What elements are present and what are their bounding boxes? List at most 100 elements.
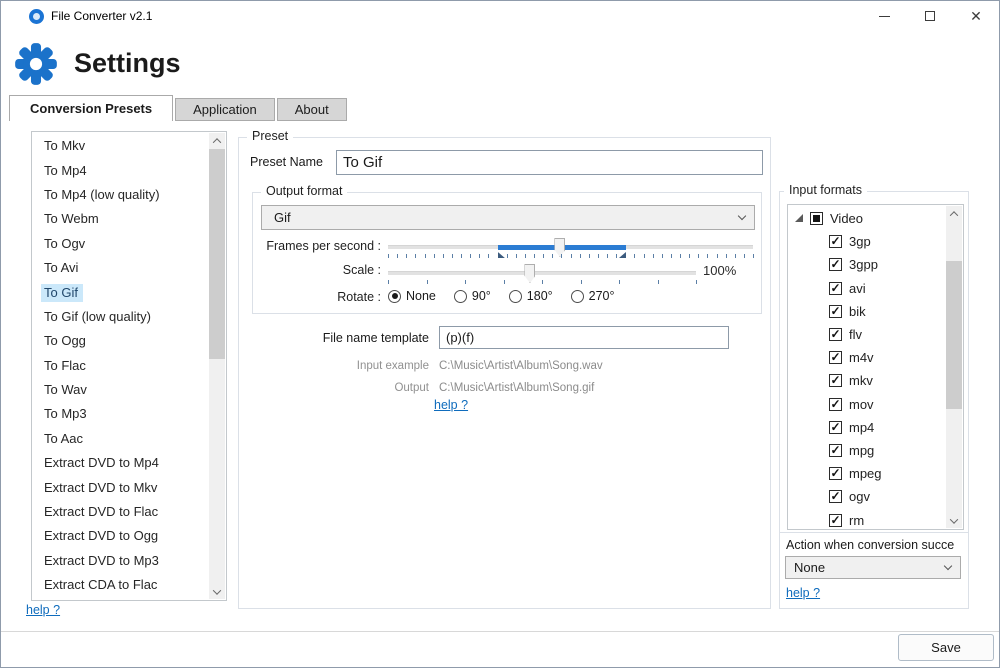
checkbox-checked-icon[interactable]: [829, 328, 842, 341]
save-button[interactable]: Save: [898, 634, 994, 661]
radio-icon[interactable]: [509, 290, 522, 303]
tab-about[interactable]: About: [277, 98, 347, 121]
scale-label: Scale :: [253, 263, 381, 277]
preset-list-scrollbar[interactable]: [209, 133, 225, 599]
conversion-action-select[interactable]: None: [785, 556, 961, 579]
checkbox-checked-icon[interactable]: [829, 374, 842, 387]
input-formats-tree[interactable]: Video3gp3gpp avi bik flv m4vmkvmovmp4mpgmpeg…: [789, 207, 946, 528]
list-item-label: To Avi: [41, 259, 83, 277]
checkbox-checked-icon[interactable]: [829, 351, 842, 364]
tree-item-video[interactable]: Video: [789, 207, 946, 230]
checkbox-checked-icon[interactable]: [829, 490, 842, 503]
checkbox-indeterminate-icon[interactable]: [810, 212, 823, 225]
rotate-option-none[interactable]: None: [388, 289, 436, 303]
rotate-option-180°[interactable]: 180°: [509, 289, 553, 303]
preset-groupbox: Preset Preset Name Output format Gif Fra…: [238, 137, 771, 609]
tree-item-m4v[interactable]: m4v: [789, 346, 946, 369]
list-item[interactable]: Extract CDA to Flac: [33, 573, 208, 597]
tree-scrollbar[interactable]: [946, 206, 962, 528]
rotate-option-270°[interactable]: 270°: [571, 289, 615, 303]
checkbox-checked-icon[interactable]: [829, 514, 842, 527]
checkbox-checked-icon[interactable]: [829, 421, 842, 434]
list-item[interactable]: To Webm: [33, 207, 208, 231]
minimize-button[interactable]: [861, 1, 907, 31]
output-example-value: C:\Music\Artist\Album\Song.gif: [439, 382, 594, 394]
file-name-template-input[interactable]: [439, 326, 729, 349]
tree-item-label: bik: [849, 304, 866, 319]
checkbox-checked-icon[interactable]: [829, 444, 842, 457]
scroll-up-icon[interactable]: [946, 206, 962, 221]
list-item[interactable]: To Wav: [33, 378, 208, 402]
rotate-option-label: 90°: [472, 289, 491, 303]
input-formats-group-label: Input formats: [784, 183, 867, 197]
preset-name-label: Preset Name: [250, 155, 323, 169]
rotate-option-90°[interactable]: 90°: [454, 289, 491, 303]
scroll-down-icon[interactable]: [946, 513, 962, 528]
tree-item-label: flv: [849, 327, 862, 342]
list-item[interactable]: To Mp4: [33, 158, 208, 182]
tick-mark: [504, 280, 505, 284]
tree-item-mpeg[interactable]: mpeg: [789, 462, 946, 485]
list-item[interactable]: To Gif (low quality): [33, 305, 208, 329]
tree-item-mkv[interactable]: mkv: [789, 369, 946, 392]
tree-item-flv[interactable]: flv: [789, 323, 946, 346]
file-name-help-link[interactable]: help ?: [434, 398, 468, 412]
list-item[interactable]: To Ogv: [33, 232, 208, 256]
tick-mark: [598, 254, 599, 258]
scroll-up-icon[interactable]: [209, 133, 225, 148]
preset-list-help-link[interactable]: help ?: [26, 603, 60, 617]
expander-icon[interactable]: [795, 214, 803, 222]
tree-item-label: avi: [849, 281, 866, 296]
preset-list[interactable]: To MkvTo Mp4To Mp4 (low quality)To WebmT…: [33, 134, 208, 598]
checkbox-checked-icon[interactable]: [829, 305, 842, 318]
tick-mark: [425, 254, 426, 258]
list-item[interactable]: To Aac: [33, 427, 208, 451]
tree-item-3gp[interactable]: 3gp: [789, 230, 946, 253]
tree-item-mov[interactable]: mov: [789, 393, 946, 416]
radio-icon[interactable]: [454, 290, 467, 303]
tree-item-mpg[interactable]: mpg: [789, 439, 946, 462]
tree-item-3gpp[interactable]: 3gpp: [789, 253, 946, 276]
tree-item-mp4[interactable]: mp4: [789, 416, 946, 439]
list-item[interactable]: Extract DVD to Mp4: [33, 451, 208, 475]
divider: [780, 532, 968, 533]
output-format-select[interactable]: Gif: [261, 205, 755, 230]
checkbox-checked-icon[interactable]: [829, 282, 842, 295]
tree-item-rm[interactable]: rm: [789, 508, 946, 528]
input-formats-help-link[interactable]: help ?: [786, 586, 820, 600]
radio-selected-icon[interactable]: [388, 290, 401, 303]
list-item[interactable]: Extract DVD to Ogg: [33, 524, 208, 548]
scrollbar-thumb[interactable]: [209, 149, 225, 359]
list-item[interactable]: To Ogg: [33, 329, 208, 353]
list-item[interactable]: To Mp4 (low quality): [33, 183, 208, 207]
scrollbar-thumb[interactable]: [946, 261, 962, 409]
tree-item-bik[interactable]: bik: [789, 300, 946, 323]
maximize-button[interactable]: [907, 1, 953, 31]
scale-slider[interactable]: [388, 271, 696, 275]
list-item[interactable]: Extract DVD to Flac: [33, 500, 208, 524]
tree-item-ogv[interactable]: ogv: [789, 485, 946, 508]
tick-mark: [717, 254, 718, 258]
checkbox-checked-icon[interactable]: [829, 258, 842, 271]
list-item[interactable]: To Mp3: [33, 402, 208, 426]
list-item[interactable]: Extract DVD to Mp3: [33, 549, 208, 573]
close-button[interactable]: ✕: [953, 1, 999, 31]
checkbox-checked-icon[interactable]: [829, 398, 842, 411]
preset-name-input[interactable]: [336, 150, 763, 175]
scroll-down-icon[interactable]: [209, 584, 225, 599]
radio-icon[interactable]: [571, 290, 584, 303]
list-item[interactable]: To Gif: [33, 280, 208, 304]
checkbox-checked-icon[interactable]: [829, 467, 842, 480]
list-item[interactable]: To Mkv: [33, 134, 208, 158]
checkbox-checked-icon[interactable]: [829, 235, 842, 248]
tree-item-avi[interactable]: avi: [789, 277, 946, 300]
scale-slider-ticks: [388, 279, 696, 285]
list-item[interactable]: Extract DVD to Mkv: [33, 475, 208, 499]
list-item[interactable]: To Flac: [33, 354, 208, 378]
fps-slider[interactable]: [388, 245, 753, 249]
list-item[interactable]: To Avi: [33, 256, 208, 280]
window-title: File Converter v2.1: [51, 9, 152, 23]
tab-conversion-presets[interactable]: Conversion Presets: [9, 95, 173, 121]
tree-item-label: ogv: [849, 489, 870, 504]
tab-application[interactable]: Application: [175, 98, 275, 121]
